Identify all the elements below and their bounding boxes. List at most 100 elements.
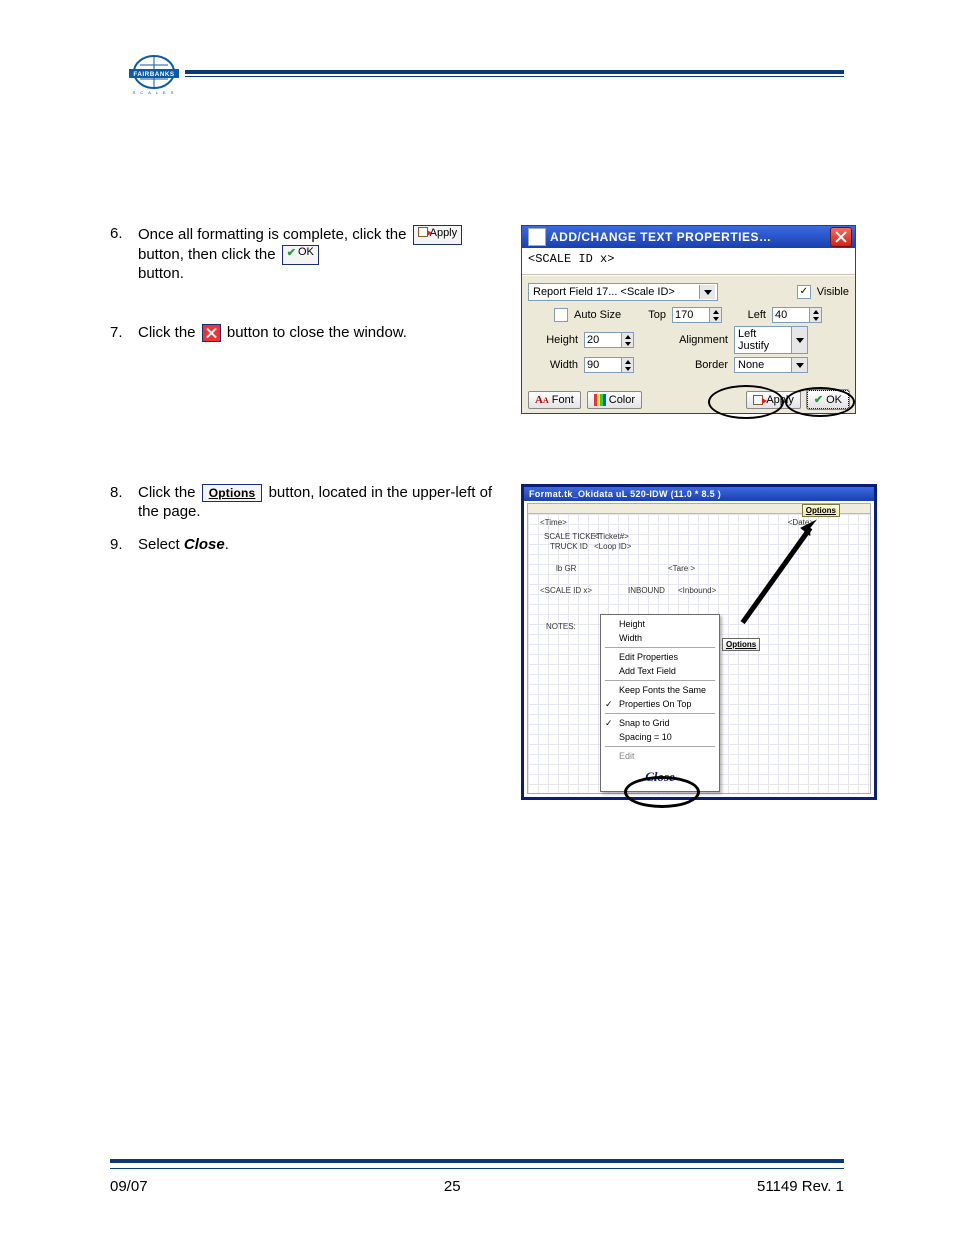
left-value[interactable] [773, 308, 809, 322]
menu-separator [605, 680, 715, 681]
alignment-value: Left Justify [735, 327, 791, 353]
auto-size-checkbox[interactable] [554, 308, 568, 322]
step-8-body: Click the Options button, located in the… [138, 484, 505, 522]
footer-doc-rev: 51149 Rev. 1 [757, 1178, 844, 1195]
menu-item-close[interactable]: Close [630, 769, 690, 785]
chevron-down-icon [699, 285, 715, 299]
chevron-down-icon [791, 327, 807, 353]
step-6-body: Once all formatting is complete, click t… [138, 225, 505, 284]
top-label: Top [640, 309, 666, 321]
footer-rule-thin [110, 1168, 844, 1169]
step-6-text-a: Once all formatting is complete, click t… [138, 226, 411, 243]
header-rule [185, 70, 844, 74]
font-icon: AA [535, 394, 549, 406]
menu-item-edit-properties[interactable]: Edit Properties [601, 650, 719, 664]
top-value[interactable] [673, 308, 709, 322]
width-spinner[interactable] [584, 357, 634, 373]
step-8-text-a: Click the [138, 484, 200, 501]
border-dropdown[interactable]: None [734, 357, 808, 373]
header-rule-thin [185, 76, 844, 77]
footer-rule [110, 1159, 844, 1163]
menu-separator [605, 713, 715, 714]
step-9-number: 9. [110, 536, 138, 555]
field-scale-ticket-label: SCALE TICKET [544, 532, 601, 541]
footer-page-number: 25 [148, 1178, 757, 1195]
ok-button-label: OK [298, 246, 314, 258]
dialog-apply-label: Apply [766, 394, 794, 406]
left-label: Left [742, 309, 766, 321]
step-9-body: Select Close. [138, 536, 505, 555]
footer-date: 09/07 [110, 1178, 148, 1195]
svg-text:FAIRBANKS: FAIRBANKS [133, 71, 174, 78]
check-icon: ✔ [814, 393, 823, 406]
border-label: Border [676, 359, 728, 371]
visible-label: Visible [817, 286, 849, 298]
options-context-menu: Height Width Edit Properties Add Text Fi… [600, 614, 720, 792]
menu-item-snap-to-grid[interactable]: Snap to Grid [601, 716, 719, 730]
apply-button-inline[interactable]: Apply [413, 225, 463, 245]
width-label: Width [528, 359, 578, 371]
step-8-number: 8. [110, 484, 138, 522]
step-6-text-c: button. [138, 265, 184, 282]
sample-field-text: <SCALE ID x> [528, 252, 849, 266]
font-button[interactable]: AA Font [528, 391, 581, 409]
dialog-title: ADD/CHANGE TEXT PROPERTIES… [550, 230, 830, 244]
dialog-apply-button[interactable]: Apply [746, 391, 801, 409]
designer-title: Format.tk_Okidata uL 520-IDW (11.0 * 8.5… [524, 487, 874, 501]
color-button[interactable]: Color [587, 391, 642, 409]
dialog-ok-label: OK [826, 394, 842, 406]
menu-item-spacing[interactable]: Spacing = 10 [601, 730, 719, 744]
report-field-combo[interactable]: Report Field 17... <Scale ID> [528, 283, 718, 301]
exit-arrow-icon [418, 227, 428, 237]
fairbanks-logo: FAIRBANKS S C A L E S [125, 52, 183, 100]
alignment-label: Alignment [676, 334, 728, 346]
step-9-close-word: Close [184, 536, 225, 553]
field-truck-id-label: TRUCK ID [550, 542, 588, 551]
dialog-close-button[interactable] [830, 227, 852, 247]
check-icon: ✔ [287, 248, 296, 259]
top-spinner[interactable] [672, 307, 722, 323]
width-value[interactable] [585, 358, 621, 372]
height-spinner[interactable] [584, 332, 634, 348]
options-button-canvas[interactable]: Options [802, 504, 840, 517]
menu-item-edit[interactable]: Edit [601, 749, 719, 763]
step-7-number: 7. [110, 324, 138, 343]
left-spinner[interactable] [772, 307, 822, 323]
color-button-label: Color [609, 394, 635, 406]
svg-text:S C A L E S: S C A L E S [133, 90, 176, 95]
menu-item-add-text-field[interactable]: Add Text Field [601, 664, 719, 678]
options-button-label: Options [209, 486, 256, 500]
menu-item-height[interactable]: Height [601, 617, 719, 631]
step-7-text-b: button to close the window. [227, 324, 407, 341]
step-6-text-b: button, then click the [138, 246, 280, 263]
step-9-text-a: Select [138, 536, 184, 553]
options-button-inline[interactable]: Options [202, 484, 263, 502]
menu-item-properties-on-top[interactable]: Properties On Top [601, 697, 719, 711]
exit-arrow-icon [753, 395, 763, 405]
chevron-down-icon [791, 358, 807, 372]
field-loop-id: <Loop ID> [594, 542, 631, 551]
apply-button-label: Apply [430, 227, 458, 239]
dialog-ok-button[interactable]: ✔OK [807, 390, 849, 409]
visible-checkbox[interactable] [797, 285, 811, 299]
field-inbound-label: INBOUND [628, 586, 665, 595]
field-lb-gr: lb GR [556, 564, 576, 573]
ok-button-inline[interactable]: ✔OK [282, 245, 319, 265]
field-scale-id: <SCALE ID x> [540, 586, 592, 595]
menu-item-width[interactable]: Width [601, 631, 719, 645]
menu-item-keep-fonts[interactable]: Keep Fonts the Same [601, 683, 719, 697]
height-value[interactable] [585, 333, 621, 347]
step-7-text-a: Click the [138, 324, 200, 341]
auto-size-label: Auto Size [574, 309, 634, 321]
close-x-icon[interactable] [202, 324, 221, 342]
alignment-dropdown[interactable]: Left Justify [734, 326, 808, 354]
height-label: Height [528, 334, 578, 346]
step-6-number: 6. [110, 225, 138, 284]
border-value: None [735, 358, 791, 372]
field-inbound: <Inbound> [678, 586, 716, 595]
report-field-value: Report Field 17... <Scale ID> [531, 285, 699, 299]
field-date: <Date> [788, 518, 814, 527]
field-notes: NOTES: [546, 622, 576, 631]
step-7-body: Click the button to close the window. [138, 324, 505, 343]
mini-options-button[interactable]: Options [722, 638, 760, 651]
